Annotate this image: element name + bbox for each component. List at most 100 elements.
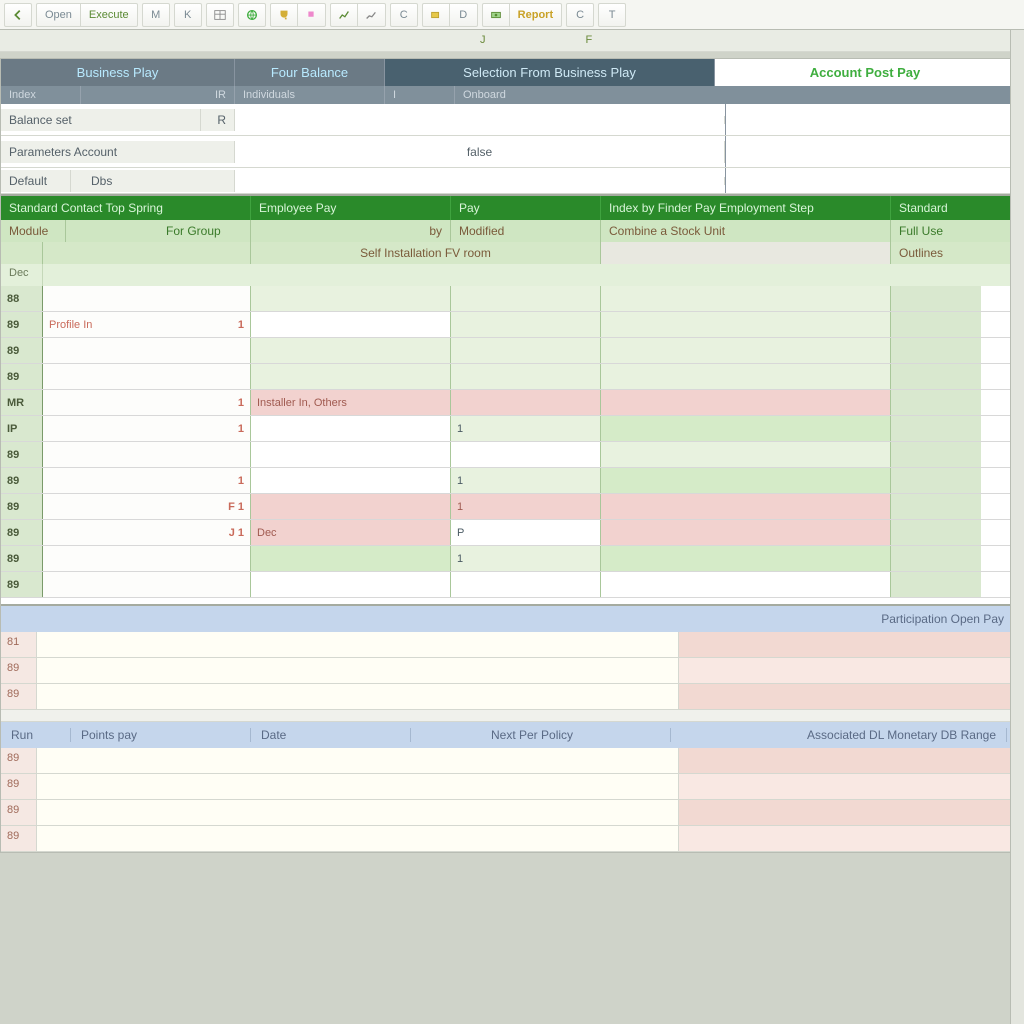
cell-e[interactable] xyxy=(601,312,891,337)
report-button[interactable]: Report xyxy=(510,3,562,27)
cell-c[interactable] xyxy=(251,494,451,519)
open-button[interactable]: Open xyxy=(36,3,81,27)
btn-c2[interactable]: C xyxy=(566,3,594,27)
row-gap[interactable]: J 1 xyxy=(43,520,251,545)
cell-right[interactable] xyxy=(679,632,1015,657)
cell-body[interactable] xyxy=(37,774,679,799)
cell-d[interactable]: P xyxy=(451,520,601,545)
btn-m[interactable]: M xyxy=(142,3,170,27)
cell-f[interactable] xyxy=(891,442,981,467)
table-row[interactable]: 88 xyxy=(1,286,1015,312)
hdr-standard-contact[interactable]: Standard Contact Top Spring xyxy=(1,196,251,220)
cell-c[interactable] xyxy=(251,572,451,597)
row-gap[interactable]: 1 xyxy=(43,468,251,493)
cell-e[interactable] xyxy=(601,546,891,571)
trophy-button[interactable] xyxy=(270,3,298,27)
cell-right[interactable] xyxy=(679,774,1015,799)
cell-body[interactable] xyxy=(37,826,679,851)
cell-e[interactable] xyxy=(601,468,891,493)
hdr-account-post-pay[interactable]: Account Post Pay xyxy=(715,59,1015,86)
hdr-employee-pay[interactable]: Employee Pay xyxy=(251,196,451,220)
cell-d[interactable] xyxy=(451,338,601,363)
cell-c[interactable] xyxy=(251,416,451,441)
vertical-scrollbar[interactable] xyxy=(1010,30,1024,1024)
cell-e[interactable] xyxy=(601,494,891,519)
btn-t[interactable]: T xyxy=(598,3,626,27)
table-row[interactable]: 89 xyxy=(1,364,1015,390)
table-row[interactable]: 89 xyxy=(1,800,1015,826)
table-row[interactable]: 89J 1DecP xyxy=(1,520,1015,546)
row-gap[interactable] xyxy=(43,338,251,363)
cell-f[interactable] xyxy=(891,286,981,311)
table-row[interactable]: 89 xyxy=(1,338,1015,364)
row-gap[interactable] xyxy=(43,286,251,311)
cell-body[interactable] xyxy=(37,658,679,683)
cell-e[interactable] xyxy=(601,390,891,415)
btn-k[interactable]: K xyxy=(174,3,202,27)
hdr-participation[interactable]: Participation Open Pay xyxy=(679,612,1015,626)
table-row[interactable]: 89 xyxy=(1,442,1015,468)
cell-right[interactable] xyxy=(679,684,1015,709)
hdr-next-per[interactable]: Next Per Policy xyxy=(481,728,671,742)
cell-f[interactable] xyxy=(891,572,981,597)
cell-c[interactable] xyxy=(251,364,451,389)
cell-c[interactable] xyxy=(251,338,451,363)
cell-c[interactable] xyxy=(251,442,451,467)
cell-f[interactable] xyxy=(891,494,981,519)
table-row[interactable]: 89 xyxy=(1,826,1015,852)
cell-right[interactable] xyxy=(679,800,1015,825)
row-gap[interactable]: F 1 xyxy=(43,494,251,519)
hdr-selection[interactable]: Selection From Business Play xyxy=(385,59,715,86)
hdr-pay[interactable]: Pay xyxy=(451,196,601,220)
cell-blank-right[interactable] xyxy=(725,104,1015,135)
chart-button[interactable] xyxy=(330,3,358,27)
cell-d[interactable]: 1 xyxy=(451,468,601,493)
hdr-standard[interactable]: Standard xyxy=(891,196,1015,220)
table-row[interactable]: 8911 xyxy=(1,468,1015,494)
cell-d[interactable] xyxy=(451,442,601,467)
cell-f[interactable] xyxy=(891,312,981,337)
row-gap[interactable]: 1 xyxy=(43,390,251,415)
cell-blank[interactable] xyxy=(235,177,725,185)
hdr-run[interactable]: Run xyxy=(1,728,71,742)
cell-c[interactable] xyxy=(251,546,451,571)
table-row[interactable]: 89 xyxy=(1,748,1015,774)
cell-f[interactable] xyxy=(891,520,981,545)
table-row[interactable]: 89 xyxy=(1,684,1015,710)
table-row[interactable]: 891 xyxy=(1,546,1015,572)
table-button[interactable] xyxy=(206,3,234,27)
cell-e[interactable] xyxy=(601,416,891,441)
cell-body[interactable] xyxy=(37,748,679,773)
cell-d[interactable]: 1 xyxy=(451,546,601,571)
cell-f[interactable] xyxy=(891,416,981,441)
table-row[interactable]: MR1Installer In, Others xyxy=(1,390,1015,416)
cell-right[interactable] xyxy=(679,658,1015,683)
row-gap[interactable] xyxy=(43,364,251,389)
hdr-date[interactable]: Date xyxy=(251,728,411,742)
cell-d[interactable] xyxy=(451,572,601,597)
row-default[interactable]: Default Dbs xyxy=(1,168,1015,194)
cell-c[interactable]: Dec xyxy=(251,520,451,545)
cell-right[interactable] xyxy=(679,826,1015,851)
cell-c[interactable] xyxy=(251,286,451,311)
row-gap[interactable] xyxy=(43,442,251,467)
btn-c[interactable]: C xyxy=(390,3,418,27)
table-row[interactable]: 89 xyxy=(1,774,1015,800)
row-gap[interactable] xyxy=(43,572,251,597)
cell-body[interactable] xyxy=(37,684,679,709)
table-row[interactable]: 89F 11 xyxy=(1,494,1015,520)
row-parameters[interactable]: Parameters Account false xyxy=(1,136,1015,168)
hdr-four-balance[interactable]: Four Balance xyxy=(235,59,385,86)
chart2-button[interactable] xyxy=(358,3,386,27)
cell-c[interactable] xyxy=(251,468,451,493)
table-row[interactable]: 89Profile In1 xyxy=(1,312,1015,338)
cell-body[interactable] xyxy=(37,632,679,657)
btn-d[interactable]: D xyxy=(450,3,478,27)
cell-d[interactable]: 1 xyxy=(451,494,601,519)
table-row[interactable]: 89 xyxy=(1,572,1015,598)
back-button[interactable] xyxy=(4,3,32,27)
table-row[interactable]: 89 xyxy=(1,658,1015,684)
row-gap[interactable]: Profile In1 xyxy=(43,312,251,337)
row-gap[interactable] xyxy=(43,546,251,571)
cell-f[interactable] xyxy=(891,468,981,493)
